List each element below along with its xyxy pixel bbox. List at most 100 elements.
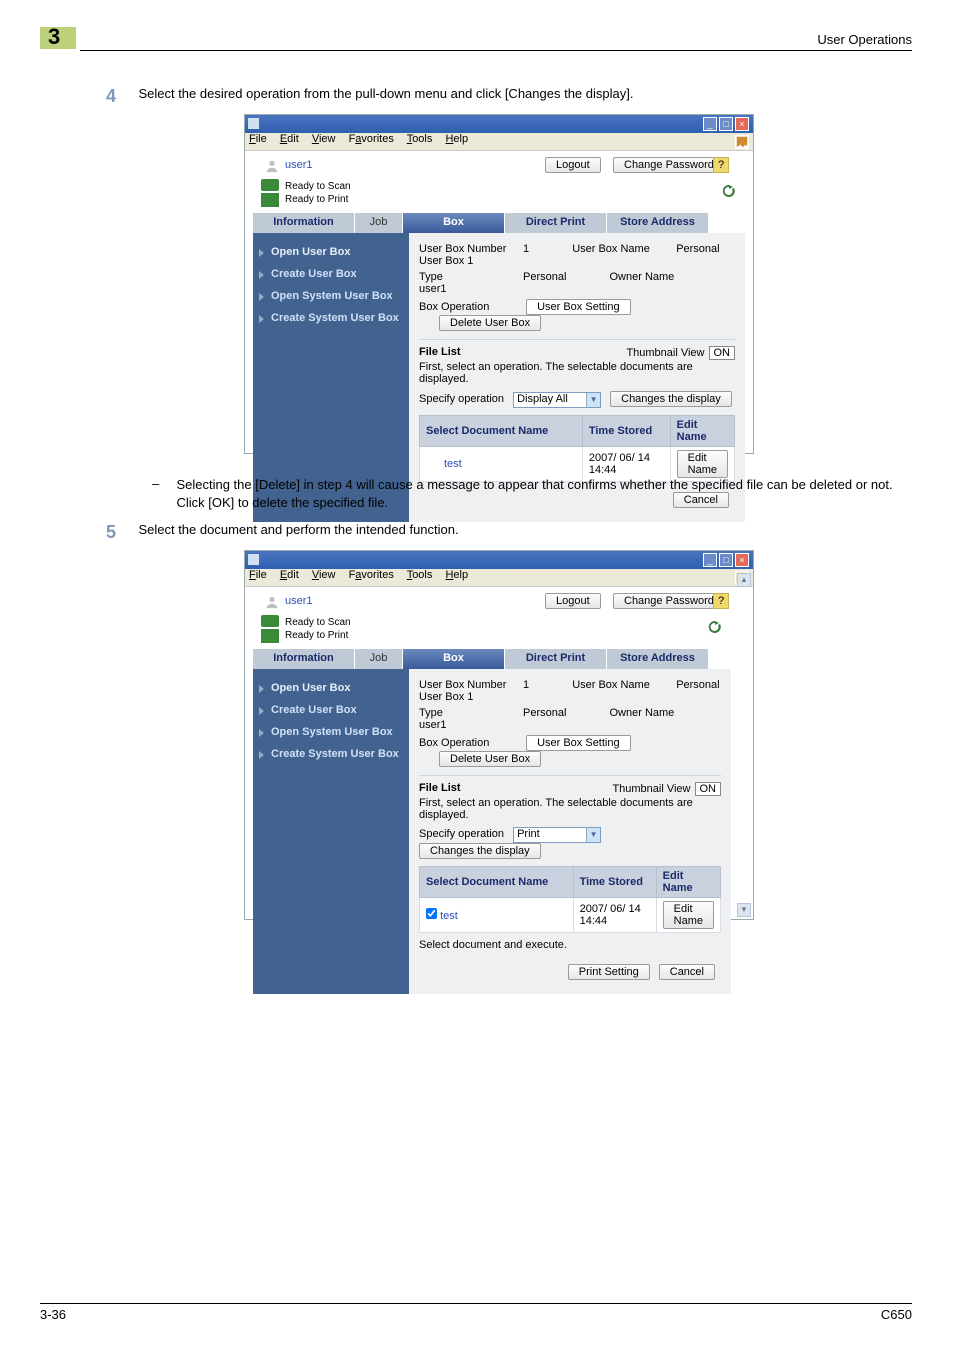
document-table: Select Document Name Time Stored Edit Na… — [419, 415, 735, 482]
tab-direct-print[interactable]: Direct Print — [505, 649, 607, 669]
scanner-icon — [261, 179, 279, 191]
menu-help[interactable]: Help — [445, 133, 468, 145]
user-box-setting-button[interactable]: User Box Setting — [526, 735, 631, 751]
sidebar-item-create-sys-user-box[interactable]: Create System User Box — [253, 743, 409, 765]
main-panel: User Box Number1 User Box NamePersonal U… — [409, 669, 731, 994]
menu-edit[interactable]: Edit — [280, 133, 299, 145]
changes-the-display-button[interactable]: Changes the display — [610, 391, 732, 407]
sidebar-item-create-user-box[interactable]: Create User Box — [253, 699, 409, 721]
sidebar-item-open-sys-user-box[interactable]: Open System User Box — [253, 721, 409, 743]
tab-store-address[interactable]: Store Address — [607, 213, 709, 233]
tab-information[interactable]: Information — [253, 213, 355, 233]
box-op-label: Box Operation — [419, 301, 523, 313]
delete-user-box-button[interactable]: Delete User Box — [439, 315, 541, 331]
tab-box[interactable]: Box — [403, 213, 505, 233]
minimize-button[interactable]: _ — [703, 117, 717, 131]
change-password-button[interactable]: Change Password — [613, 593, 725, 609]
sidebar-item-open-sys-user-box[interactable]: Open System User Box — [253, 285, 409, 307]
sidebar-item-open-user-box[interactable]: Open User Box — [253, 677, 409, 699]
help-icon[interactable]: ? — [713, 157, 729, 173]
menu-tools[interactable]: Tools — [407, 133, 433, 145]
owner-value: user1 — [419, 283, 447, 295]
menu-tools[interactable]: Tools — [407, 569, 433, 581]
close-button[interactable]: × — [735, 117, 749, 131]
logout-button[interactable]: Logout — [545, 157, 601, 173]
cancel-button[interactable]: Cancel — [659, 964, 715, 980]
username-link[interactable]: user1 — [285, 595, 313, 607]
edit-name-button[interactable]: Edit Name — [677, 450, 728, 478]
triangle-icon — [259, 249, 264, 257]
tab-store-address[interactable]: Store Address — [607, 649, 709, 669]
thumbnail-view-on-button[interactable]: ON — [695, 782, 722, 796]
menu-favorites[interactable]: Favorites — [349, 133, 394, 145]
menu-bar: File Edit View Favorites Tools Help — [245, 569, 753, 587]
step-text: Select the desired operation from the pu… — [138, 86, 898, 101]
page-icon — [248, 554, 259, 565]
user-box-setting-button[interactable]: User Box Setting — [526, 299, 631, 315]
status-print: Ready to Print — [285, 194, 745, 205]
col-time-stored: Time Stored — [573, 867, 656, 898]
refresh-icon[interactable] — [721, 183, 737, 199]
file-list-note: First, select an operation. The selectab… — [419, 794, 721, 824]
footer-page-number: 3-36 — [40, 1307, 66, 1322]
user-icon — [265, 595, 279, 609]
titlebar[interactable]: _ □ × — [245, 551, 753, 569]
type-value: Personal — [523, 707, 566, 719]
help-icon[interactable]: ? — [713, 593, 729, 609]
menu-view[interactable]: View — [312, 569, 336, 581]
step-number: 5 — [106, 522, 134, 543]
triangle-icon — [259, 293, 264, 301]
user-icon — [265, 159, 279, 173]
maximize-button[interactable]: □ — [719, 117, 733, 131]
changes-the-display-button[interactable]: Changes the display — [419, 843, 541, 859]
scroll-up-icon[interactable]: ▲ — [737, 573, 751, 587]
specify-operation-select[interactable]: Print▼ — [513, 827, 601, 843]
sidebar-item-create-user-box[interactable]: Create User Box — [253, 263, 409, 285]
tab-direct-print[interactable]: Direct Print — [505, 213, 607, 233]
owner-label: Owner Name — [609, 271, 713, 283]
edit-name-button[interactable]: Edit Name — [663, 901, 714, 929]
menu-file[interactable]: File — [249, 569, 267, 581]
thumbnail-view-on-button[interactable]: ON — [709, 346, 736, 360]
document-checkbox[interactable] — [426, 908, 437, 919]
menu-favorites[interactable]: Favorites — [349, 569, 394, 581]
document-link[interactable]: test — [444, 458, 462, 470]
print-setting-button[interactable]: Print Setting — [568, 964, 650, 980]
tab-job[interactable]: Job — [355, 213, 403, 233]
sidebar-item-open-user-box[interactable]: Open User Box — [253, 241, 409, 263]
close-button[interactable]: × — [735, 553, 749, 567]
file-list-heading: File List — [419, 346, 461, 358]
tab-information[interactable]: Information — [253, 649, 355, 669]
userbox-number-label: User Box Number — [419, 679, 523, 691]
change-password-button[interactable]: Change Password — [613, 157, 725, 173]
menu-view[interactable]: View — [312, 133, 336, 145]
tab-job[interactable]: Job — [355, 649, 403, 669]
triangle-icon — [259, 685, 264, 693]
printer-icon — [261, 193, 279, 207]
bullet-text: Selecting the [Delete] in step 4 will ca… — [176, 476, 916, 511]
thumbnail-view-label: Thumbnail View — [612, 783, 690, 795]
menu-help[interactable]: Help — [445, 569, 468, 581]
document-link[interactable]: test — [440, 910, 458, 922]
triangle-icon — [259, 729, 264, 737]
chapter-number: 3 — [48, 24, 60, 50]
col-edit-name: Edit Name — [670, 416, 734, 447]
maximize-button[interactable]: □ — [719, 553, 733, 567]
menu-file[interactable]: File — [249, 133, 267, 145]
titlebar[interactable]: _ □ × — [245, 115, 753, 133]
printer-icon — [261, 629, 279, 643]
userbox-number-label: User Box Number — [419, 243, 523, 255]
browser-window: _ □ × File Edit View Favorites Tools Hel… — [244, 114, 754, 454]
minimize-button[interactable]: _ — [703, 553, 717, 567]
execute-note: Select document and execute. — [419, 933, 721, 954]
menu-edit[interactable]: Edit — [280, 569, 299, 581]
userbox-number-value: 1 — [523, 243, 529, 255]
logout-button[interactable]: Logout — [545, 593, 601, 609]
thumbnail-view-label: Thumbnail View — [626, 347, 704, 359]
specify-operation-select[interactable]: Display All▼ — [513, 392, 601, 408]
sidebar-item-create-sys-user-box[interactable]: Create System User Box — [253, 307, 409, 329]
tab-box[interactable]: Box — [403, 649, 505, 669]
delete-user-box-button[interactable]: Delete User Box — [439, 751, 541, 767]
username-link[interactable]: user1 — [285, 159, 313, 171]
refresh-icon[interactable] — [707, 619, 723, 635]
